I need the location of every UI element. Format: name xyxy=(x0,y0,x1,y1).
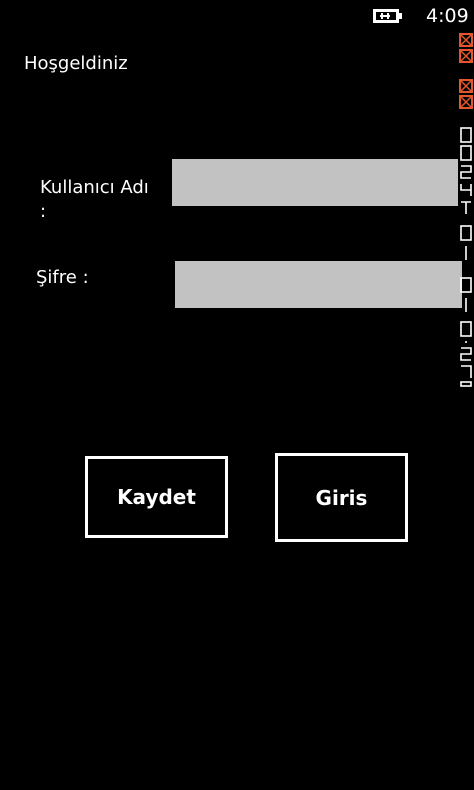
debug-counter-box-1 xyxy=(458,32,474,64)
battery-charging-icon xyxy=(372,6,404,26)
app-screen: 4:09 Hoşgeldiniz Kullanıcı Adı : Şifre :… xyxy=(0,0,474,790)
page-title: Hoşgeldiniz xyxy=(24,53,128,74)
frame-rate-counter xyxy=(458,30,474,390)
username-label: Kullanıcı Adı : xyxy=(40,177,149,222)
login-button[interactable]: Giris xyxy=(275,453,408,542)
debug-counter-glyphs xyxy=(458,126,474,388)
username-field[interactable] xyxy=(172,159,458,206)
debug-counter-box-2 xyxy=(458,78,474,110)
status-clock: 4:09 xyxy=(426,5,469,27)
password-field[interactable] xyxy=(175,261,462,308)
save-button[interactable]: Kaydet xyxy=(85,456,228,538)
status-bar: 4:09 xyxy=(0,0,474,32)
password-label: Şifre : xyxy=(36,267,89,288)
